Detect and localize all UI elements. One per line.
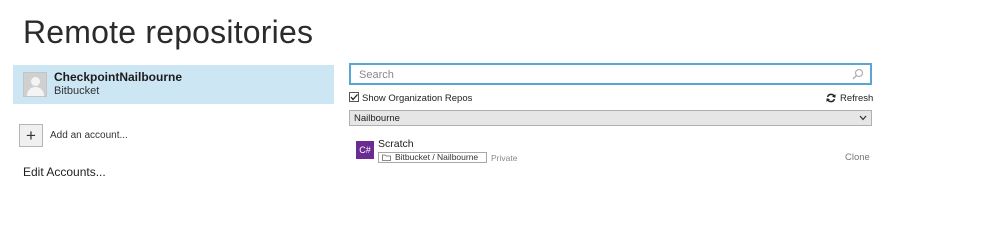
search-icon <box>852 68 864 80</box>
add-account-link[interactable]: Add an account... <box>50 130 128 141</box>
account-host: Bitbucket <box>54 85 100 97</box>
search-input[interactable] <box>359 67 839 83</box>
repo-visibility-label: Private <box>491 153 518 163</box>
show-org-repos-checkbox[interactable] <box>349 92 359 102</box>
clone-button[interactable]: Clone <box>845 152 870 163</box>
edit-accounts-link[interactable]: Edit Accounts... <box>23 165 106 179</box>
folder-icon <box>382 154 391 161</box>
repo-name[interactable]: Scratch <box>378 138 414 150</box>
search-box[interactable] <box>349 63 872 85</box>
show-org-repos-label[interactable]: Show Organization Repos <box>362 93 472 104</box>
avatar <box>23 72 47 97</box>
refresh-label: Refresh <box>840 92 874 104</box>
csharp-repo-icon: C# <box>356 141 374 159</box>
organization-select[interactable]: Nailbourne <box>349 110 872 126</box>
account-name: CheckpointNailbourne <box>54 70 183 84</box>
repo-path-label: Bitbucket / Nailbourne <box>395 152 479 163</box>
refresh-button[interactable]: Refresh <box>826 92 873 104</box>
checkmark-icon <box>350 94 358 101</box>
repo-path-tag: Bitbucket / Nailbourne <box>378 152 488 163</box>
account-item[interactable]: CheckpointNailbourne Bitbucket <box>13 65 334 104</box>
page-title: Remote repositories <box>23 14 314 50</box>
chevron-down-icon <box>859 115 867 121</box>
refresh-icon <box>826 93 836 103</box>
organization-select-value: Nailbourne <box>354 113 400 124</box>
add-account-button[interactable]: + <box>19 124 43 147</box>
plus-icon: + <box>26 126 36 145</box>
